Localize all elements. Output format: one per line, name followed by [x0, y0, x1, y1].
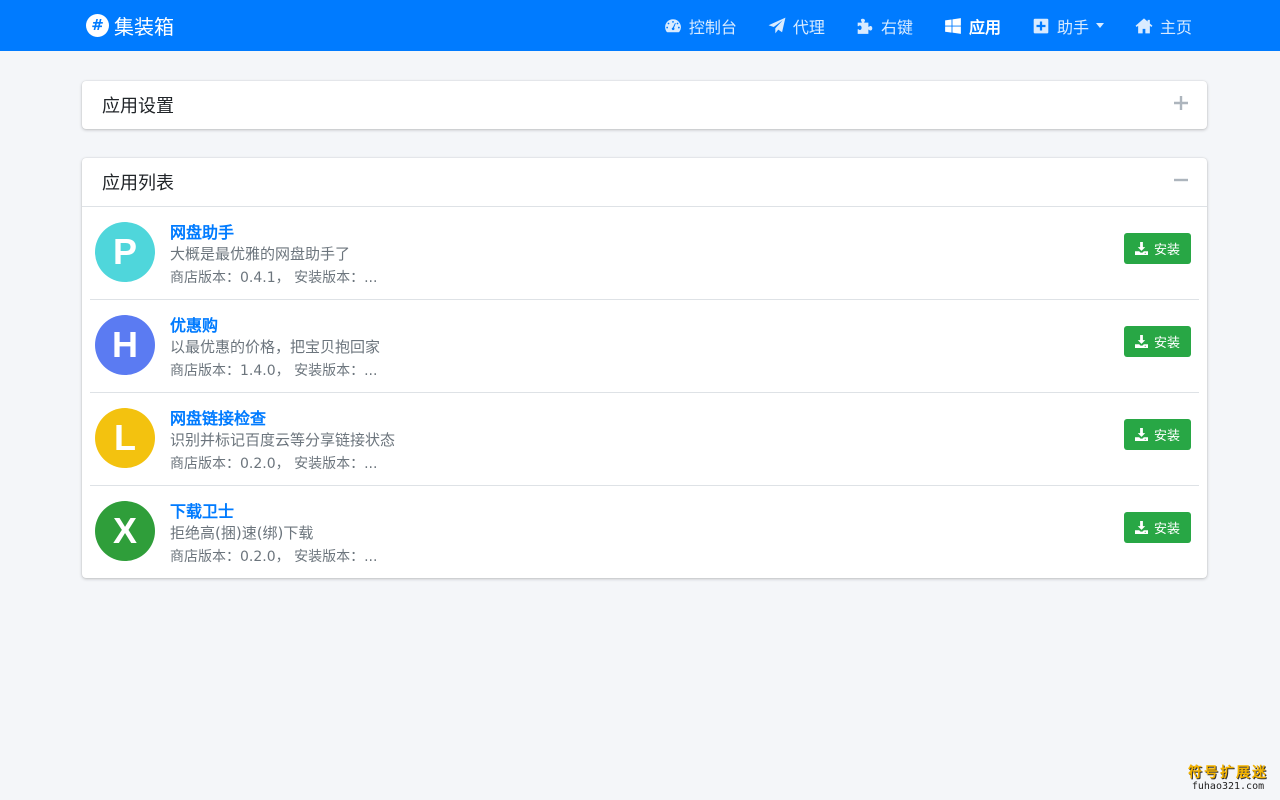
app-description: 识别并标记百度云等分享链接状态 [170, 431, 396, 449]
install-label: 安装 [1153, 242, 1180, 257]
brand-logo-icon: # [86, 13, 109, 37]
settings-card-header[interactable]: 应用设置 [82, 81, 1207, 129]
app-avatar: P [95, 222, 155, 282]
app-description: 以最优惠的价格，把宝贝抱回家 [170, 338, 381, 356]
app-name-link[interactable]: 网盘链接检查 [170, 405, 266, 429]
card-title: 应用列表 [102, 173, 174, 194]
app-description: 大概是最优雅的网盘助手了 [170, 245, 351, 263]
nav-label: 主页 [1159, 17, 1192, 37]
app-avatar: L [95, 408, 155, 468]
dashboard-icon [664, 17, 682, 35]
paper-plane-icon [768, 17, 786, 35]
plus-icon[interactable] [1173, 96, 1189, 112]
app-avatar: X [95, 501, 155, 561]
app-name-link[interactable]: 网盘助手 [170, 219, 234, 243]
install-button[interactable]: 安装 [1124, 233, 1191, 264]
list-item: P 网盘助手 大概是最优雅的网盘助手了 商店版本：0.4.1， 安装版本：...… [90, 207, 1199, 300]
install-button[interactable]: 安装 [1124, 512, 1191, 543]
install-label: 安装 [1153, 428, 1180, 443]
nav-item-dashboard[interactable]: 控制台 [664, 14, 737, 38]
nav-item-assistant-dropdown[interactable]: 助手 [1032, 14, 1104, 38]
download-icon [1134, 242, 1148, 255]
download-icon [1134, 428, 1148, 441]
app-list-card-header[interactable]: 应用列表 [82, 158, 1207, 207]
download-icon [1134, 521, 1148, 534]
app-version: 商店版本：0.2.0， 安装版本：... [170, 549, 378, 565]
install-button[interactable]: 安装 [1124, 419, 1191, 450]
app-version: 商店版本：0.4.1， 安装版本：... [170, 270, 378, 286]
nav-label: 助手 [1056, 17, 1089, 37]
watermark-url: fuhao321.com [1191, 781, 1265, 792]
watermark-title: 符号扩展迷 [1188, 765, 1268, 781]
nav-label: 控制台 [688, 17, 737, 37]
watermark: 符号扩展迷 fuhao321.com [1188, 766, 1268, 792]
nav-item-home[interactable]: 主页 [1135, 14, 1192, 38]
top-navbar: # 集装箱 控制台 代理 右键 应用 助手 主页 [0, 0, 1280, 51]
app-description: 拒绝高(捆)速(绑)下载 [170, 524, 314, 542]
settings-card: 应用设置 [82, 81, 1207, 129]
app-version: 商店版本：1.4.0， 安装版本：... [170, 363, 378, 379]
nav-label: 代理 [792, 17, 825, 37]
install-button[interactable]: 安装 [1124, 326, 1191, 357]
home-icon [1135, 17, 1153, 35]
chevron-down-icon [1095, 23, 1104, 28]
nav-menu: 控制台 代理 右键 应用 助手 主页 [633, 0, 1192, 51]
app-name-link[interactable]: 优惠购 [170, 312, 218, 336]
nav-item-apps[interactable]: 应用 [944, 14, 1001, 38]
nav-label: 应用 [968, 17, 1001, 37]
nav-label: 右键 [880, 17, 913, 37]
brand-link[interactable]: # 集装箱 [86, 10, 174, 40]
plus-square-icon [1032, 17, 1050, 35]
list-item: L 网盘链接检查 识别并标记百度云等分享链接状态 商店版本：0.2.0， 安装版… [90, 393, 1199, 486]
windows-icon [944, 17, 962, 35]
brand-text: 集装箱 [114, 14, 174, 39]
app-list-card: 应用列表 P 网盘助手 大概是最优雅的网盘助手了 商店版本：0.4.1， 安装版… [82, 158, 1207, 578]
nav-item-context-menu[interactable]: 右键 [856, 14, 913, 38]
app-version: 商店版本：0.2.0， 安装版本：... [170, 456, 378, 472]
card-title: 应用设置 [102, 96, 174, 117]
app-name-link[interactable]: 下载卫士 [170, 498, 234, 522]
list-item: X 下载卫士 拒绝高(捆)速(绑)下载 商店版本：0.2.0， 安装版本：...… [90, 486, 1199, 579]
nav-item-proxy[interactable]: 代理 [768, 14, 825, 38]
app-list: P 网盘助手 大概是最优雅的网盘助手了 商店版本：0.4.1， 安装版本：...… [90, 207, 1199, 579]
download-icon [1134, 335, 1148, 348]
puzzle-icon [856, 17, 874, 35]
install-label: 安装 [1153, 521, 1180, 536]
install-label: 安装 [1153, 335, 1180, 350]
app-avatar: H [95, 315, 155, 375]
list-item: H 优惠购 以最优惠的价格，把宝贝抱回家 商店版本：1.4.0， 安装版本：..… [90, 300, 1199, 393]
minus-icon[interactable] [1173, 173, 1189, 189]
